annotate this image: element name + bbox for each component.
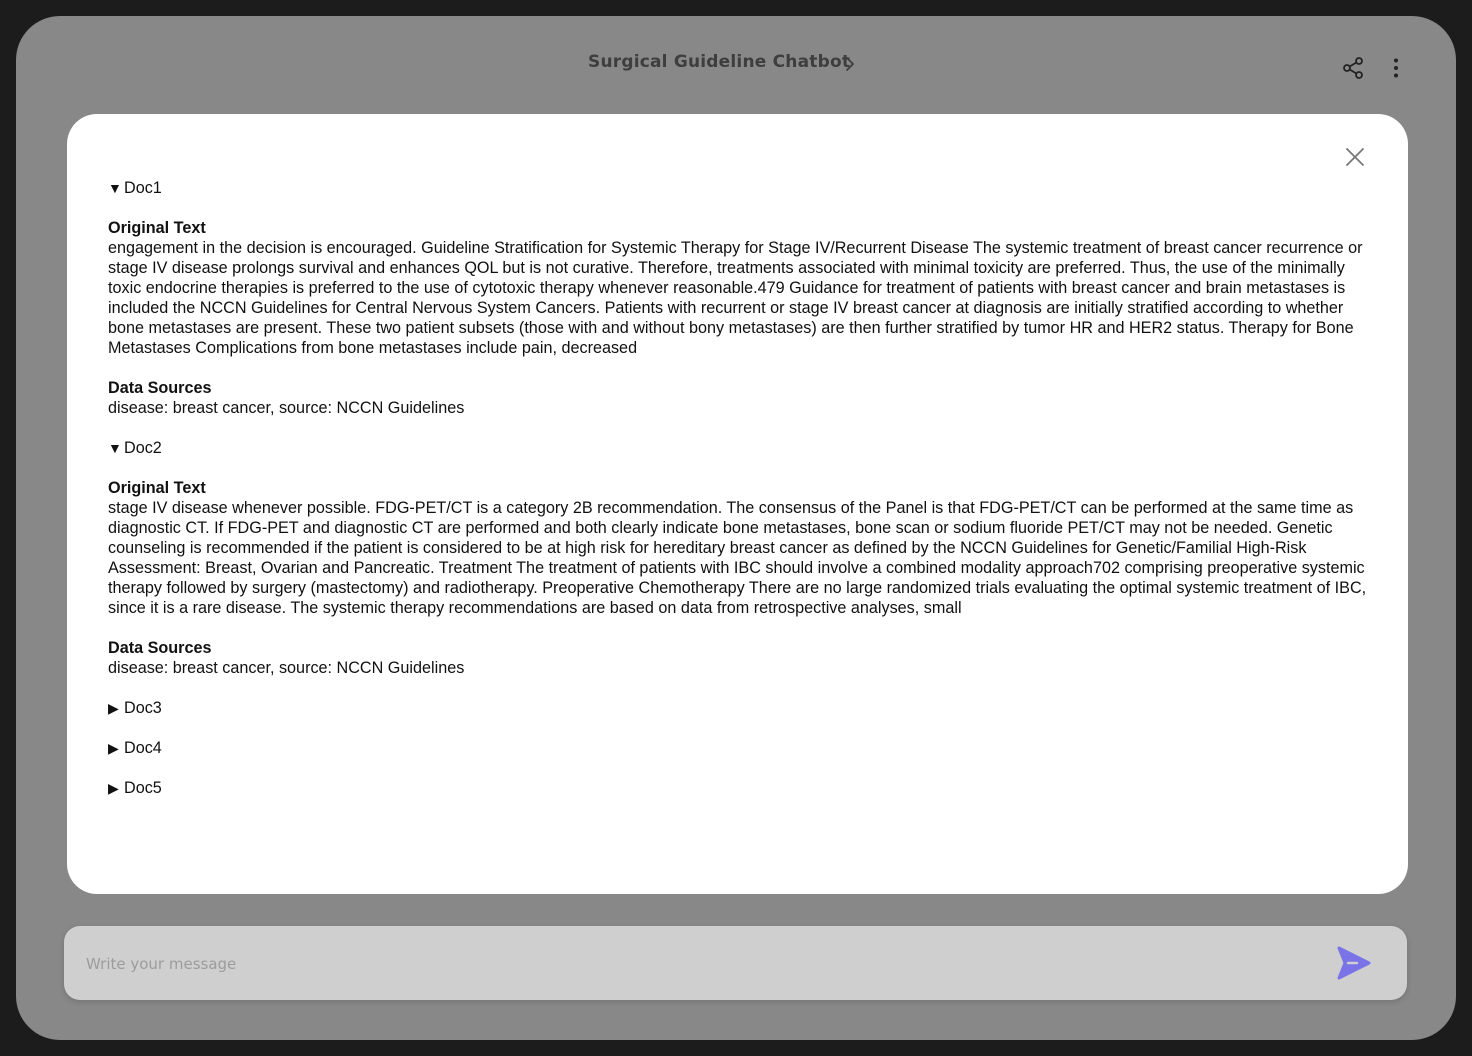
message-input[interactable] bbox=[84, 949, 1268, 979]
message-composer bbox=[64, 926, 1407, 1000]
app-header: Surgical Guideline Chatbot bbox=[16, 16, 1456, 112]
doc-label: Doc2 bbox=[124, 439, 162, 457]
send-icon[interactable] bbox=[1333, 943, 1373, 983]
original-text-heading: Original Text bbox=[108, 219, 206, 237]
doc-toggle[interactable]: ▼ Doc1 bbox=[108, 178, 1370, 198]
doc-toggle[interactable]: ▼ Doc2 bbox=[108, 438, 1370, 458]
triangle-right-icon: ▶ bbox=[108, 740, 119, 756]
doc-item: ▼ Doc2 Original Text stage IV disease whe… bbox=[108, 438, 1370, 678]
chevron-right-icon[interactable] bbox=[840, 54, 860, 74]
triangle-right-icon: ▶ bbox=[108, 700, 119, 716]
doc-toggle[interactable]: ▶ Doc5 bbox=[108, 778, 1370, 798]
triangle-down-icon: ▼ bbox=[108, 440, 122, 456]
doc-item: ▶ Doc3 bbox=[108, 698, 1370, 718]
data-sources-text: disease: breast cancer, source: NCCN Gui… bbox=[108, 399, 465, 417]
app-screen: Surgical Guideline Chatbot ▼ Doc1 Origin… bbox=[16, 16, 1456, 1040]
original-text-heading: Original Text bbox=[108, 479, 206, 497]
doc-item: ▶ Doc4 bbox=[108, 738, 1370, 758]
modal-content: ▼ Doc1 Original Text engagement in the de… bbox=[108, 178, 1370, 798]
original-text: engagement in the decision is encouraged… bbox=[108, 239, 1363, 357]
doc-body: Original Text stage IV disease whenever … bbox=[108, 478, 1370, 678]
doc-toggle[interactable]: ▶ Doc4 bbox=[108, 738, 1370, 758]
doc-label: Doc1 bbox=[124, 179, 162, 197]
data-sources-text: disease: breast cancer, source: NCCN Gui… bbox=[108, 659, 465, 677]
data-sources-heading: Data Sources bbox=[108, 379, 212, 397]
triangle-down-icon: ▼ bbox=[108, 180, 122, 196]
doc-item: ▶ Doc5 bbox=[108, 778, 1370, 798]
doc-body: Original Text engagement in the decision… bbox=[108, 218, 1370, 418]
doc-label: Doc3 bbox=[124, 699, 162, 717]
original-text: stage IV disease whenever possible. FDG-… bbox=[108, 499, 1367, 617]
sources-modal: ▼ Doc1 Original Text engagement in the de… bbox=[67, 114, 1408, 894]
share-icon[interactable] bbox=[1341, 56, 1365, 80]
page-title: Surgical Guideline Chatbot bbox=[588, 52, 851, 72]
device-frame: Surgical Guideline Chatbot ▼ Doc1 Origin… bbox=[0, 0, 1472, 1056]
close-icon[interactable] bbox=[1343, 145, 1367, 169]
data-sources-heading: Data Sources bbox=[108, 639, 212, 657]
doc-label: Doc4 bbox=[124, 739, 162, 757]
doc-item: ▼ Doc1 Original Text engagement in the de… bbox=[108, 178, 1370, 418]
more-vertical-icon[interactable] bbox=[1384, 56, 1408, 80]
doc-label: Doc5 bbox=[124, 779, 162, 797]
triangle-right-icon: ▶ bbox=[108, 780, 119, 796]
doc-toggle[interactable]: ▶ Doc3 bbox=[108, 698, 1370, 718]
